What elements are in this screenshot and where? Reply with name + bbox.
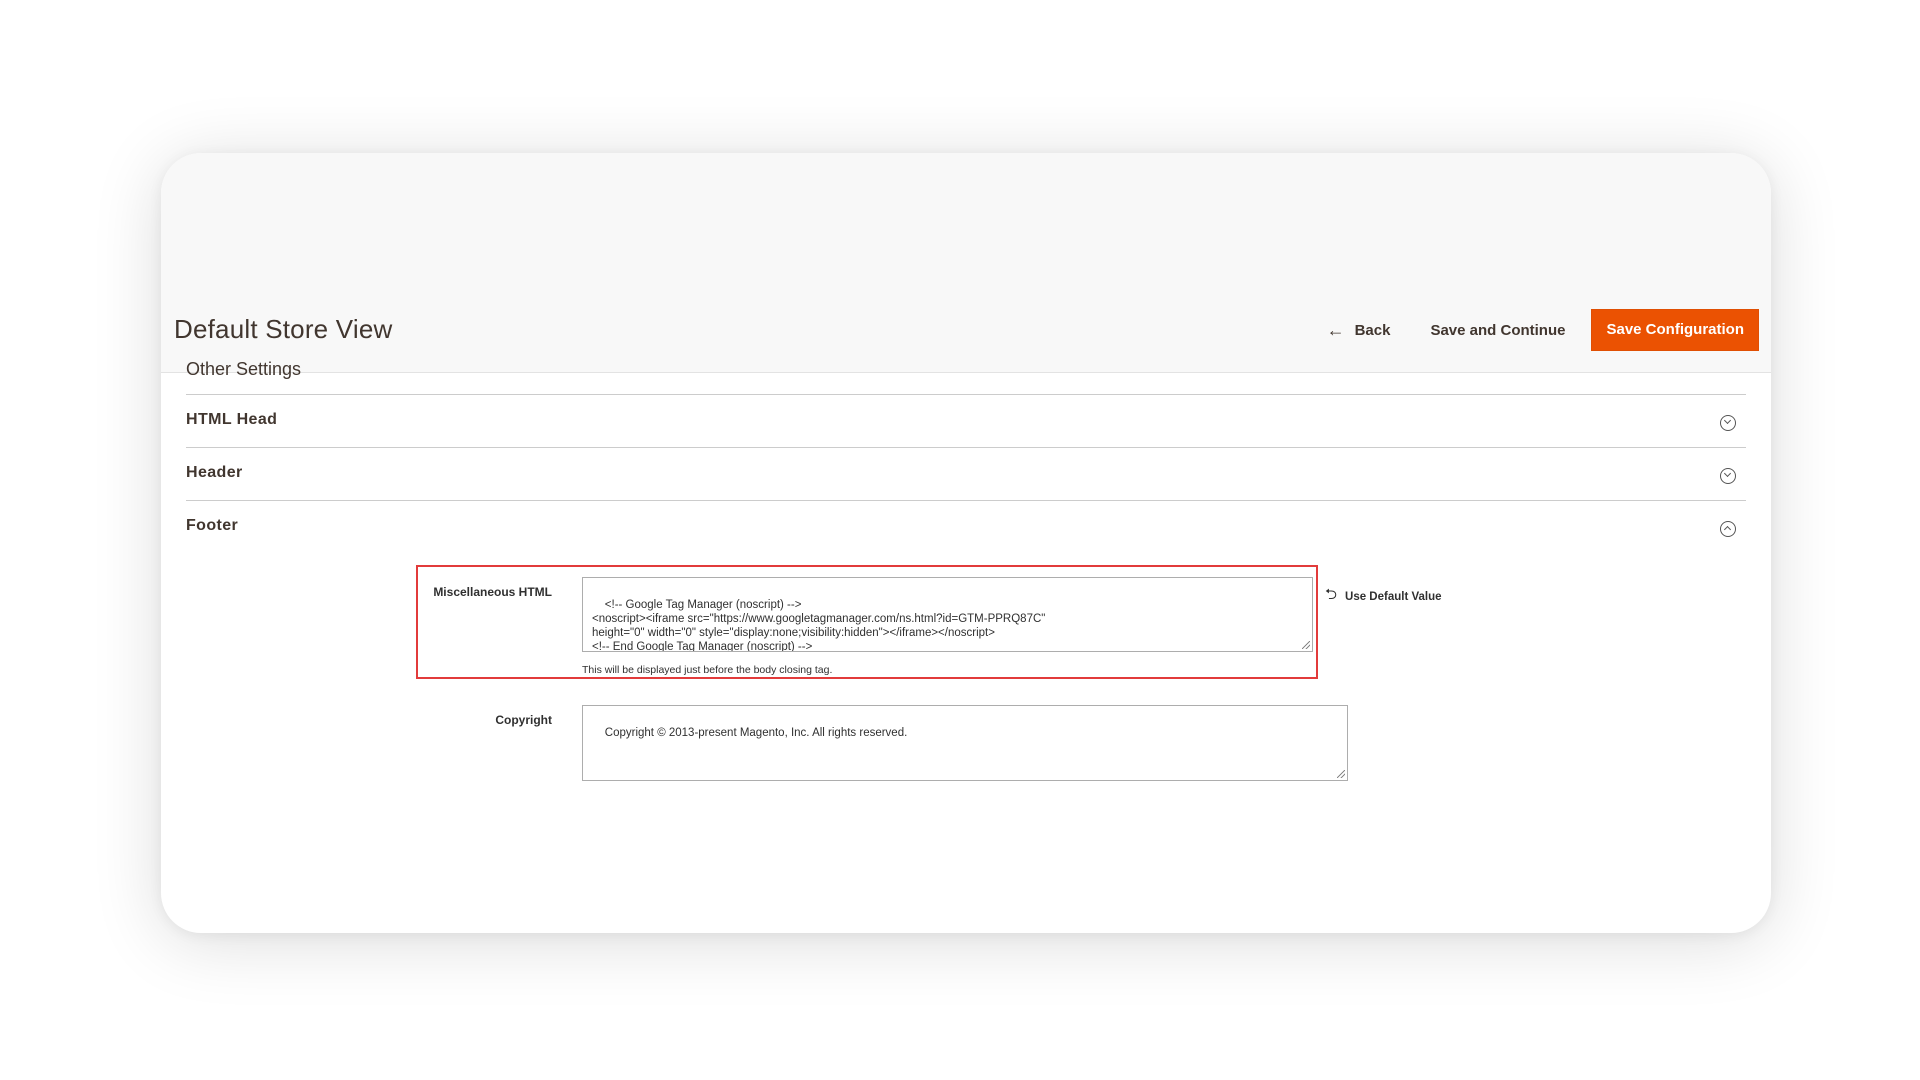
misc-html-value: <!-- Google Tag Manager (noscript) --> <… (592, 599, 1046, 652)
misc-html-note: This will be displayed just before the b… (582, 664, 833, 676)
misc-html-textarea[interactable]: <!-- Google Tag Manager (noscript) --> <… (582, 577, 1313, 652)
chevron-down-icon[interactable] (1720, 468, 1736, 484)
chevron-up-icon[interactable] (1720, 521, 1736, 537)
save-configuration-button[interactable]: Save Configuration (1591, 309, 1759, 351)
admin-window: Default Store View ← Back Save and Conti… (161, 153, 1771, 933)
resize-handle-icon[interactable] (1302, 641, 1310, 649)
copyright-label: Copyright (495, 713, 552, 727)
copyright-value: Copyright © 2013-present Magento, Inc. A… (604, 727, 908, 739)
group-header-label: Header (186, 464, 243, 481)
page-title: Default Store View (174, 314, 393, 344)
page-actions: ← Back Save and Continue Save Configurat… (1327, 309, 1759, 351)
chevron-down-icon[interactable] (1720, 415, 1736, 431)
copyright-textarea[interactable]: Copyright © 2013-present Magento, Inc. A… (582, 705, 1348, 781)
group-footer[interactable]: Footer (186, 501, 1746, 553)
use-default-value-checkbox[interactable]: ⮌ Use Default Value (1325, 584, 1442, 609)
group-header[interactable]: Header (186, 448, 1746, 501)
arrow-left-icon: ← (1326, 319, 1345, 340)
resize-handle-icon[interactable] (1337, 770, 1345, 778)
back-label: Back (1354, 321, 1391, 339)
misc-html-label: Miscellaneous HTML (433, 585, 552, 599)
group-html-head[interactable]: HTML Head (186, 395, 1746, 448)
group-footer-label: Footer (186, 517, 239, 534)
use-default-label: Use Default Value (1345, 590, 1442, 603)
page-header: Default Store View ← Back Save and Conti… (161, 290, 1771, 373)
section-title: Other Settings (186, 359, 302, 379)
back-button[interactable]: ← Back (1327, 320, 1391, 341)
group-html-head-label: HTML Head (186, 411, 278, 428)
undo-icon: ⮌ (1325, 586, 1338, 603)
save-and-continue-button[interactable]: Save and Continue (1430, 322, 1565, 339)
